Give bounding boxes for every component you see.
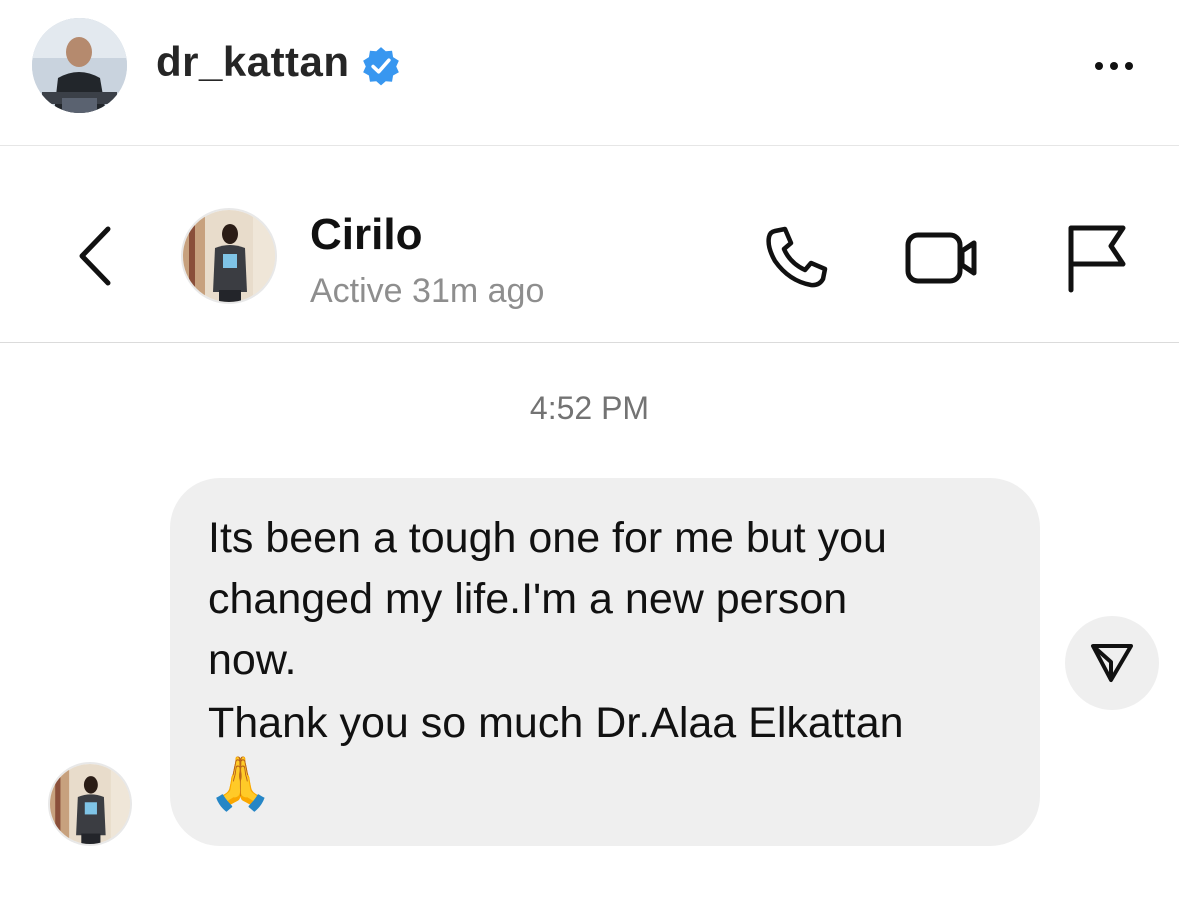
sender-avatar[interactable]: [48, 762, 132, 846]
video-camera-icon: [905, 232, 977, 284]
contact-active-status: Active 31m ago: [310, 272, 545, 310]
report-button[interactable]: [1052, 218, 1132, 298]
more-options-button[interactable]: [1084, 46, 1144, 86]
contact-photo: [183, 210, 275, 302]
praying-hands-emoji: 🙏: [208, 755, 273, 813]
message-text: Its been a tough one for me but you chan…: [208, 514, 887, 684]
chevron-left-icon[interactable]: [70, 221, 120, 291]
contact-avatar[interactable]: [181, 208, 277, 304]
phone-icon: [766, 226, 828, 288]
verified-badge-icon: [363, 47, 399, 86]
message-timestamp: 4:52 PM: [529, 390, 650, 426]
more-horizontal-icon: [1095, 62, 1103, 70]
message-text-thanks: Thank you so much Dr.Alaa Elkattan: [208, 699, 904, 747]
contact-name[interactable]: Cirilo: [310, 210, 422, 260]
profile-photo: [32, 18, 127, 113]
chat-header: Cirilo Active 31m ago: [0, 146, 1179, 343]
message-bubble[interactable]: Its been a tough one for me but you chan…: [170, 478, 1040, 846]
profile-avatar[interactable]: [32, 18, 127, 113]
post-header: dr_kattan: [0, 0, 1179, 146]
post-username[interactable]: dr_kattan: [156, 38, 350, 86]
send-icon: [1091, 644, 1133, 682]
sender-photo: [50, 764, 130, 844]
video-call-button[interactable]: [902, 218, 982, 298]
audio-call-button[interactable]: [756, 218, 836, 298]
flag-icon: [1068, 225, 1126, 293]
share-message-button[interactable]: [1065, 616, 1159, 710]
